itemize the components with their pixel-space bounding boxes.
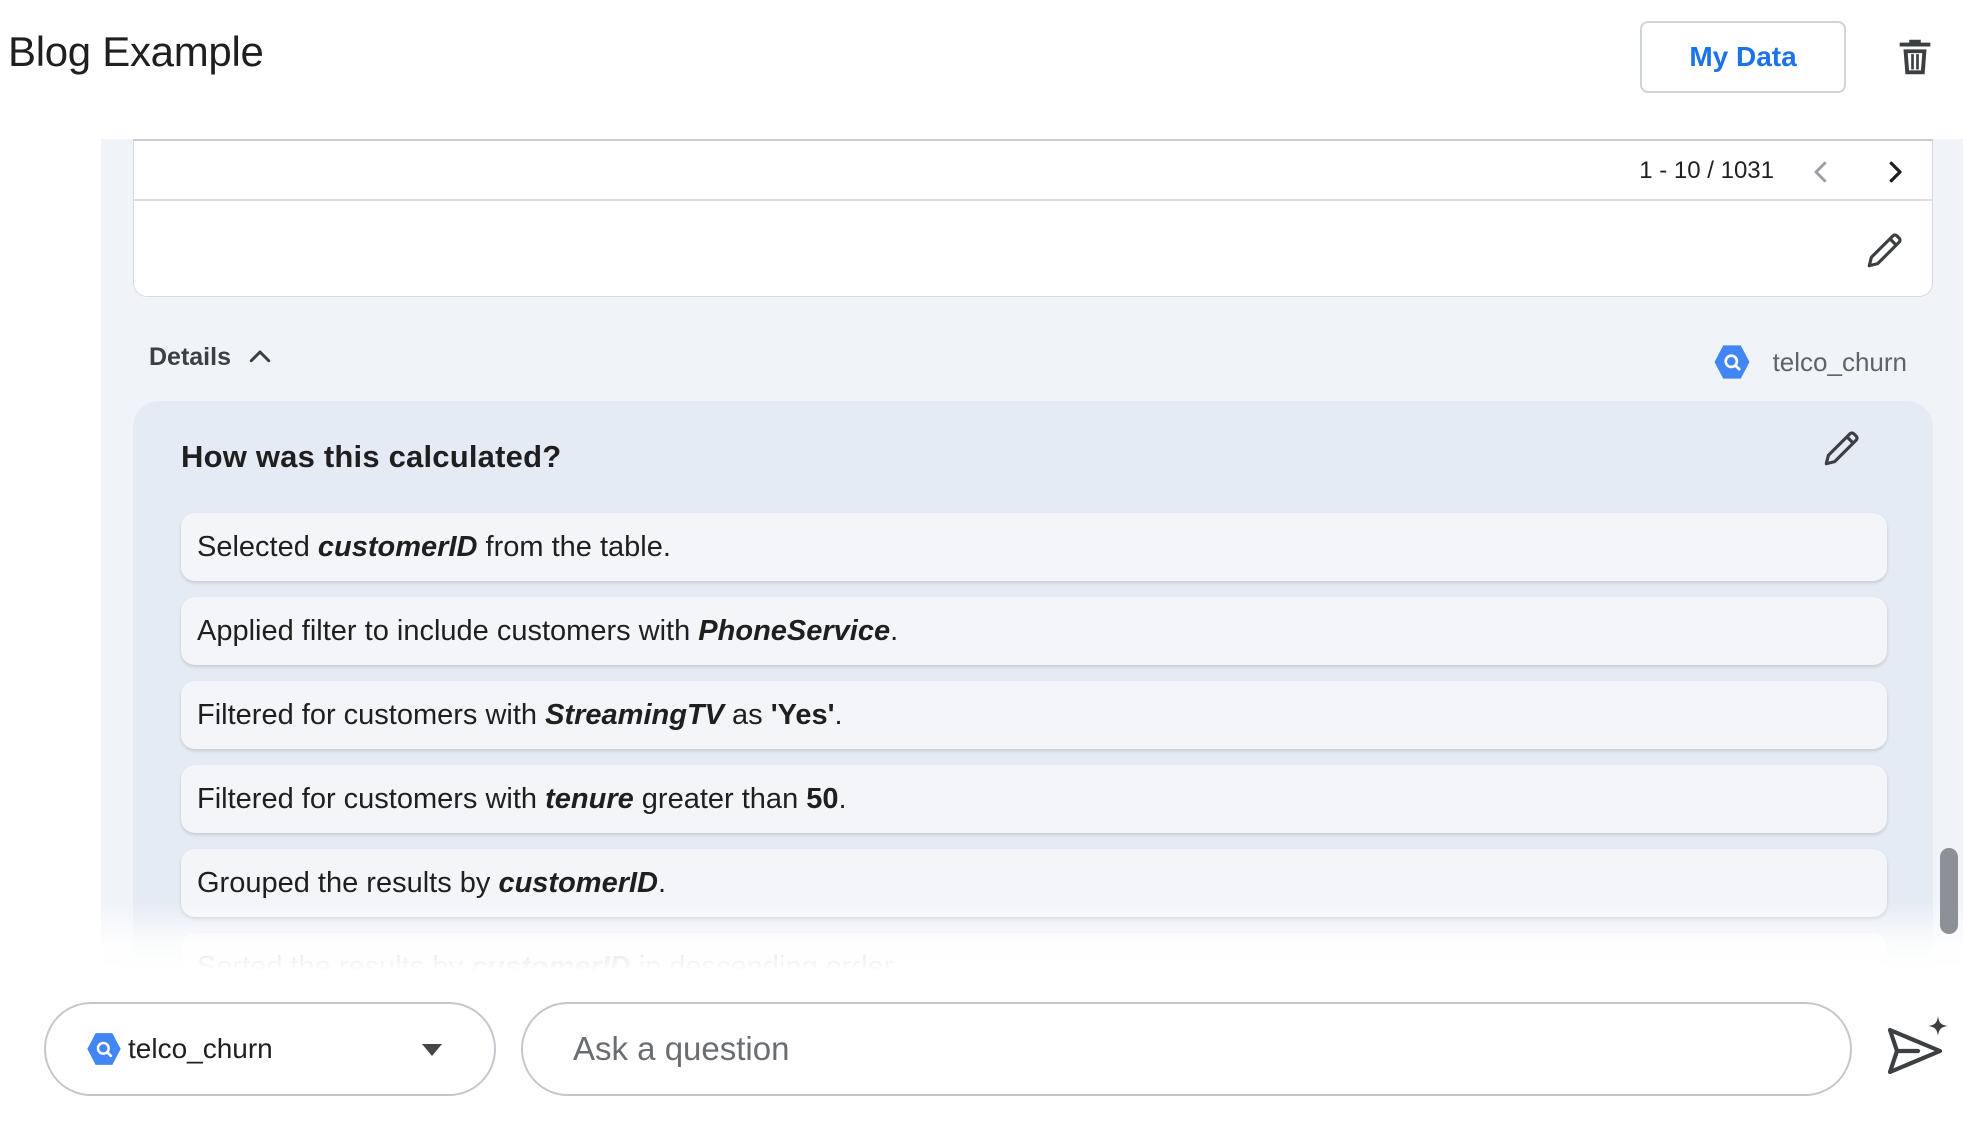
app-title: Blog Example [8,28,264,75]
send-sparkle-icon [1887,1016,1948,1075]
dataset-name: telco_churn [1772,346,1907,377]
step-text: . [658,866,667,899]
step-field-name: StreamingTV [545,698,724,731]
send-button[interactable] [1884,1014,1950,1075]
calculation-step: Filtered for customers with StreamingTV … [181,681,1887,749]
step-text: greater than [633,782,807,815]
step-field-name: 'Yes' [770,698,835,731]
chevron-right-icon [1889,161,1902,183]
conversation-panel: 1 - 10 / 1031 Details telco_churn How wa… [101,139,1963,971]
pagination-bar: 1 - 10 / 1031 [134,141,1932,201]
calculation-step: Grouped the results by customerID. [181,849,1887,917]
step-text: Selected [197,530,318,563]
step-text: Sorted the results by [197,950,472,972]
chevron-left-icon [1814,161,1827,183]
calculation-explanation: How was this calculated? Selected custom… [133,401,1933,971]
my-data-button[interactable]: My Data [1640,21,1846,93]
step-field-name: tenure [545,782,634,815]
delete-button[interactable] [1892,34,1938,80]
step-text: from the table. [477,530,671,563]
step-field-name: PhoneService [698,614,891,647]
details-label: Details [149,342,231,371]
result-table-card: 1 - 10 / 1031 [133,139,1933,297]
step-text: . [890,614,899,647]
step-text: as [723,698,771,731]
chevron-up-icon [249,350,271,363]
pencil-icon [1867,233,1902,268]
step-text: Applied filter to include customers with [197,614,699,647]
pencil-icon [1824,431,1859,466]
step-text: . [834,698,843,731]
step-text: Filtered for customers with [197,782,546,815]
step-field-name: customerID [471,950,631,972]
dataset-reference: telco_churn [1711,341,1907,383]
step-field-name: customerID [317,530,478,563]
calculation-title: How was this calculated? [181,439,562,474]
step-field-name: customerID [498,866,658,899]
bigquery-hexagon-icon [87,1033,121,1065]
step-text: Grouped the results by [197,866,499,899]
previous-page-button[interactable] [1806,157,1836,187]
calculation-steps: Selected customerID from the table. Appli… [181,513,1887,971]
trash-icon [1899,39,1931,75]
bigquery-hexagon-icon [1714,345,1750,379]
edit-calculation-button[interactable] [1821,427,1863,469]
scrollbar-thumb[interactable] [1940,848,1958,934]
dataset-dropdown-value: telco_churn [128,1033,273,1064]
dataset-dropdown[interactable]: telco_churn [44,1002,496,1096]
details-toggle[interactable]: Details [149,342,275,372]
step-field-name: 50 [806,782,839,815]
calculation-step: Filtered for customers with tenure great… [181,765,1887,833]
step-text: in descending order. [630,950,900,972]
caret-down-icon [422,1044,442,1056]
pagination-range: 1 - 10 / 1031 [1639,157,1774,184]
edit-result-button[interactable] [1864,229,1906,271]
step-text: Filtered for customers with [197,698,546,731]
question-input[interactable] [521,1002,1852,1096]
calculation-step: Applied filter to include customers with… [181,597,1887,665]
calculation-step: Selected customerID from the table. [181,513,1887,581]
next-page-button[interactable] [1880,157,1910,187]
calculation-step: Sorted the results by customerID in desc… [181,933,1887,971]
step-text: . [838,782,847,815]
